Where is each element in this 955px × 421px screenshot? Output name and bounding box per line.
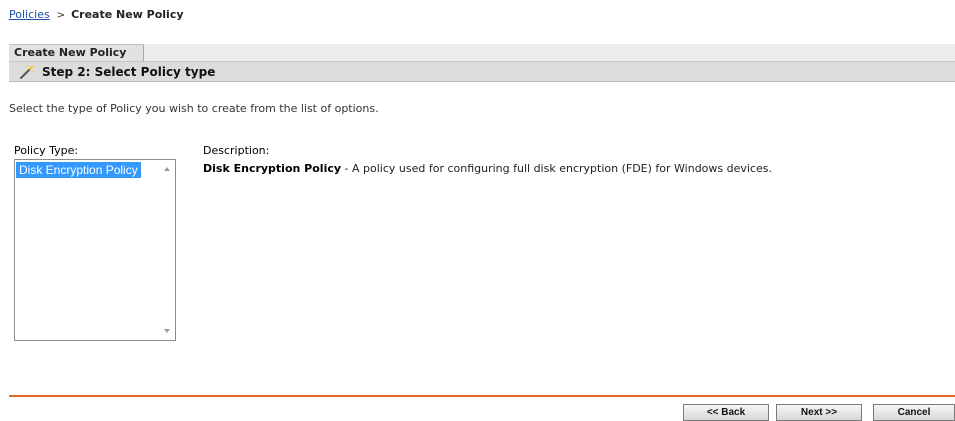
policy-type-label: Policy Type:	[14, 144, 79, 157]
footer-divider	[9, 395, 955, 397]
breadcrumb-current: Create New Policy	[71, 8, 184, 21]
breadcrumb-link-policies[interactable]: Policies	[9, 8, 50, 21]
description-body: - A policy used for configuring full dis…	[341, 162, 772, 175]
cancel-button[interactable]: Cancel	[873, 404, 955, 421]
breadcrumb: Policies > Create New Policy	[9, 8, 184, 21]
tab-create-new-policy[interactable]: Create New Policy	[9, 44, 144, 61]
instruction-text: Select the type of Policy you wish to cr…	[9, 102, 379, 115]
policy-type-listbox[interactable]: Disk Encryption Policy	[14, 159, 176, 341]
back-button[interactable]: << Back	[683, 404, 769, 421]
breadcrumb-separator: >	[56, 10, 66, 21]
description-policy-name: Disk Encryption Policy	[203, 162, 342, 175]
wizard-wand-icon	[20, 64, 35, 79]
scroll-down-arrow-icon[interactable]	[161, 325, 173, 337]
step-title: Step 2: Select Policy type	[42, 65, 216, 79]
wizard-tab-bar: Create New Policy	[9, 44, 955, 62]
description-text: Disk Encryption Policy - A policy used f…	[203, 162, 772, 175]
list-option-disk-encryption-policy[interactable]: Disk Encryption Policy	[16, 162, 141, 178]
step-header: Step 2: Select Policy type	[9, 62, 955, 82]
scroll-up-arrow-icon[interactable]	[161, 163, 173, 175]
next-button[interactable]: Next >>	[776, 404, 862, 421]
description-label: Description:	[203, 144, 270, 157]
